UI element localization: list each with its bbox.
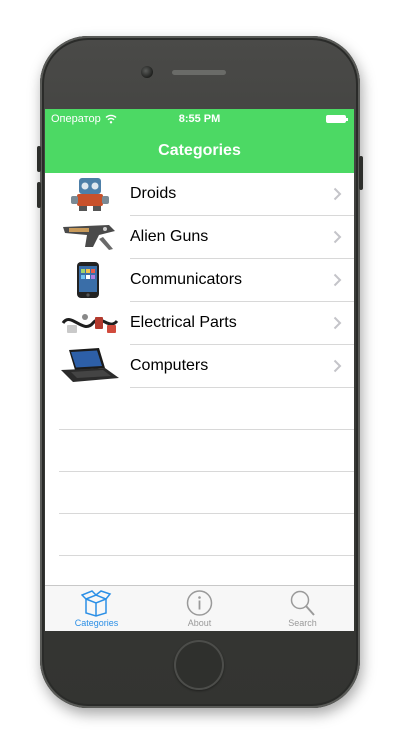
page-title: Categories [158, 142, 241, 159]
box-icon [81, 590, 112, 617]
chevron-right-icon [333, 359, 342, 373]
phone-image [77, 262, 99, 298]
app-screen: Оператор 8:55 PM Categories Droids Alien… [45, 109, 354, 631]
search-icon [290, 590, 315, 616]
list-item-computers[interactable]: Computers [45, 345, 354, 387]
category-list: Droids Alien Guns Communicators Electric… [45, 173, 354, 585]
home-button[interactable] [174, 640, 224, 690]
power-button [359, 156, 363, 190]
info-icon [186, 590, 213, 616]
tab-bar: Categories About Search [45, 585, 354, 631]
electrical-parts-image [61, 314, 119, 333]
list-item-label: Droids [130, 185, 177, 202]
row-divider [130, 387, 354, 388]
list-item-label: Electrical Parts [130, 314, 237, 331]
front-camera [141, 66, 153, 78]
tab-label: About [187, 618, 212, 628]
empty-row-divider [59, 471, 354, 472]
droid-image [71, 178, 109, 211]
empty-row-divider [59, 555, 354, 556]
volume-up-button [37, 146, 41, 172]
empty-row-divider [59, 429, 354, 430]
list-item-droids[interactable]: Droids [45, 173, 354, 215]
laptop-image [61, 348, 119, 382]
chevron-right-icon [333, 273, 342, 287]
status-bar: Оператор 8:55 PM [45, 109, 354, 129]
chevron-right-icon [333, 187, 342, 201]
tab-search[interactable]: Search [251, 586, 354, 631]
list-item-electrical-parts[interactable]: Electrical Parts [45, 302, 354, 344]
tab-label: Search [288, 618, 317, 628]
chevron-right-icon [333, 230, 342, 244]
list-item-label: Computers [130, 357, 209, 374]
alien-gun-image [63, 225, 115, 250]
navigation-bar: Categories [45, 129, 354, 173]
battery-icon [326, 115, 348, 123]
volume-down-button [37, 182, 41, 208]
empty-row-divider [59, 513, 354, 514]
list-item-label: Alien Guns [130, 228, 209, 245]
tab-about[interactable]: About [148, 586, 251, 631]
earpiece-speaker [172, 70, 226, 75]
tab-label: Categories [74, 618, 119, 628]
tab-categories[interactable]: Categories [45, 586, 148, 631]
list-item-label: Communicators [130, 271, 243, 288]
status-time: 8:55 PM [178, 113, 221, 125]
list-item-alien-guns[interactable]: Alien Guns [45, 216, 354, 258]
list-item-communicators[interactable]: Communicators [45, 259, 354, 301]
chevron-right-icon [333, 316, 342, 330]
